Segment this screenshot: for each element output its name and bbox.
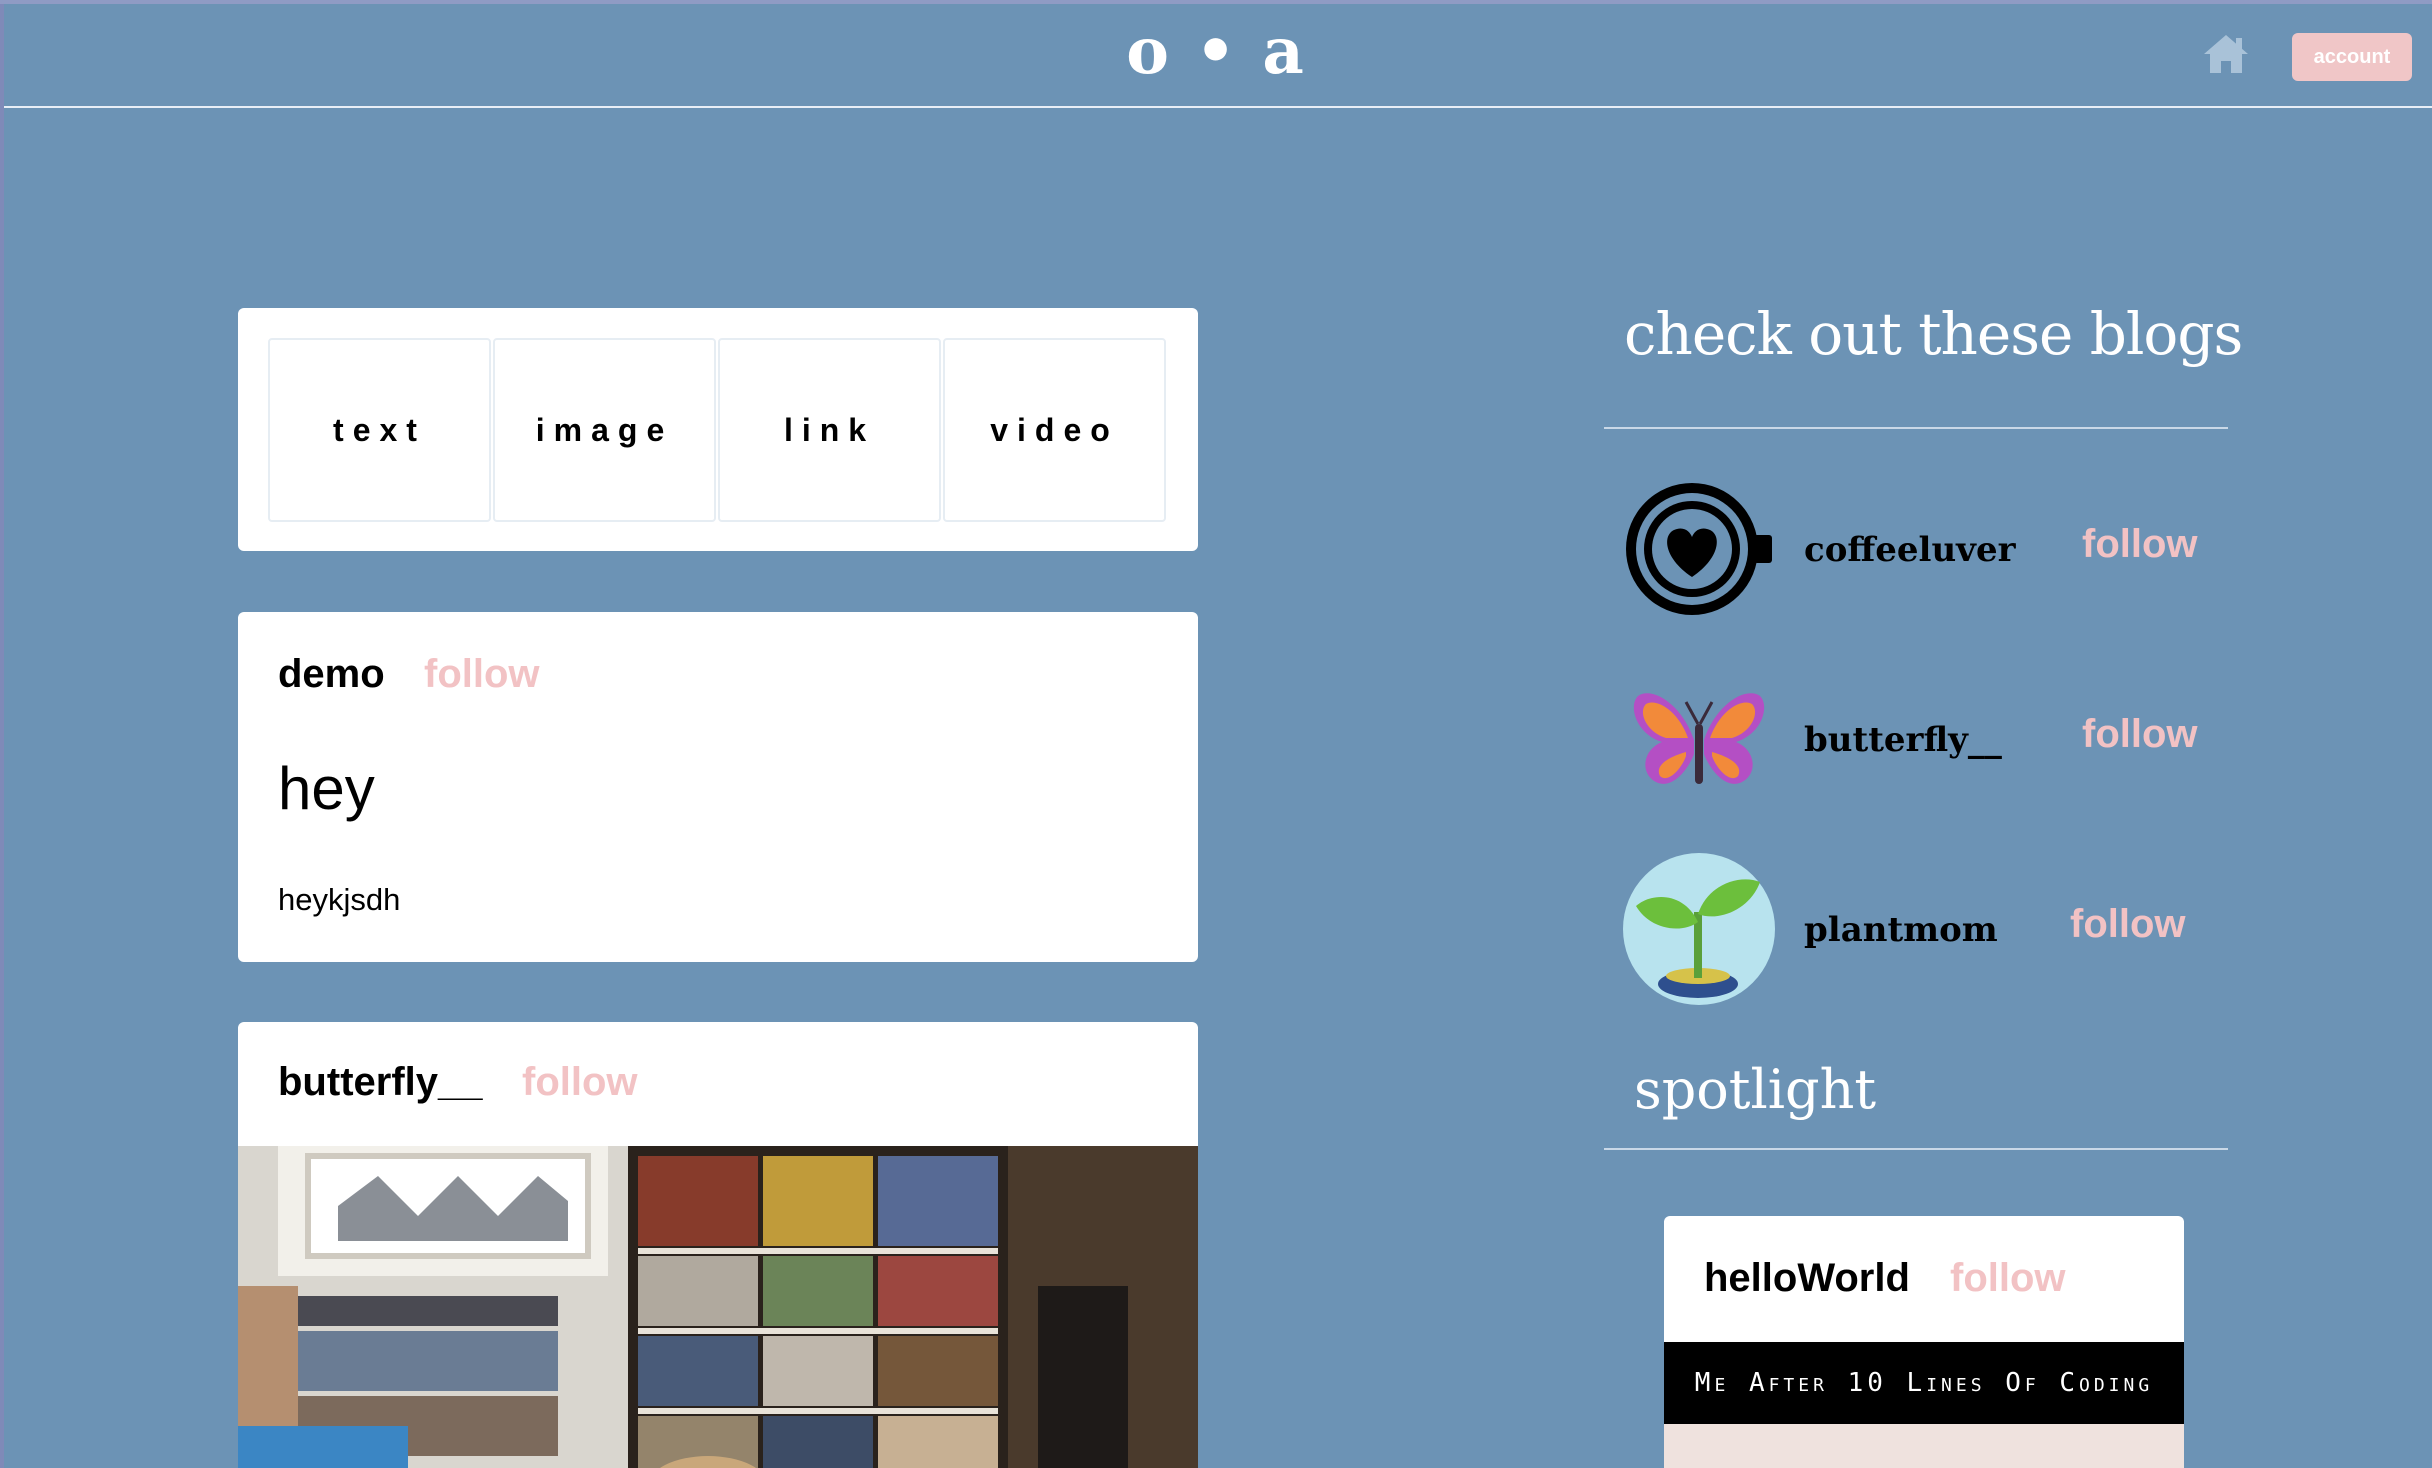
- video-post-button[interactable]: video: [943, 338, 1166, 522]
- blog-name[interactable]: butterfly__: [1804, 720, 2002, 760]
- post-author[interactable]: butterfly__: [278, 1060, 483, 1105]
- window-edge: [0, 0, 4, 1468]
- spotlight-image: [1664, 1424, 2184, 1468]
- image-post-button[interactable]: image: [493, 338, 716, 522]
- link-post-button[interactable]: link: [718, 338, 941, 522]
- image-post: butterfly__ follow: [238, 1022, 1198, 1468]
- text-post: demo follow hey heykjsdh: [238, 612, 1198, 962]
- follow-button[interactable]: follow: [2070, 902, 2186, 947]
- suggested-blogs-heading: check out these blogs: [1624, 300, 2243, 368]
- follow-button[interactable]: follow: [2082, 712, 2198, 757]
- coffee-heart-icon[interactable]: [1622, 472, 1776, 626]
- page: o • a account text image link video demo…: [0, 0, 2432, 1468]
- butterfly-icon[interactable]: [1622, 664, 1776, 818]
- text-post-button[interactable]: text: [268, 338, 491, 522]
- header-divider: [4, 106, 2432, 108]
- post-title: hey: [278, 755, 375, 822]
- blog-name[interactable]: plantmom: [1804, 910, 1998, 950]
- follow-button[interactable]: follow: [2082, 522, 2198, 567]
- site-logo[interactable]: o • a: [0, 14, 2432, 89]
- top-header: o • a account: [0, 0, 2432, 106]
- follow-button[interactable]: follow: [1950, 1256, 2066, 1301]
- divider: [1604, 1148, 2228, 1150]
- post-type-selector: text image link video: [238, 308, 1198, 551]
- post-author[interactable]: helloWorld: [1704, 1256, 1910, 1301]
- account-button[interactable]: account: [2292, 33, 2412, 81]
- post-body: heykjsdh: [278, 882, 401, 917]
- spotlight-image-caption: Me After 10 Lines Of Coding: [1664, 1342, 2184, 1424]
- post-image: [238, 1146, 1198, 1468]
- follow-button[interactable]: follow: [522, 1060, 638, 1105]
- follow-button[interactable]: follow: [424, 652, 540, 697]
- post-author[interactable]: demo: [278, 652, 385, 697]
- spotlight-post: helloWorld follow Me After 10 Lines Of C…: [1664, 1216, 2184, 1468]
- blog-name[interactable]: coffeeluver: [1804, 530, 2016, 570]
- spotlight-heading: spotlight: [1634, 1058, 1877, 1121]
- sprout-icon[interactable]: [1622, 852, 1776, 1006]
- divider: [1604, 427, 2228, 429]
- home-icon[interactable]: [2202, 32, 2250, 76]
